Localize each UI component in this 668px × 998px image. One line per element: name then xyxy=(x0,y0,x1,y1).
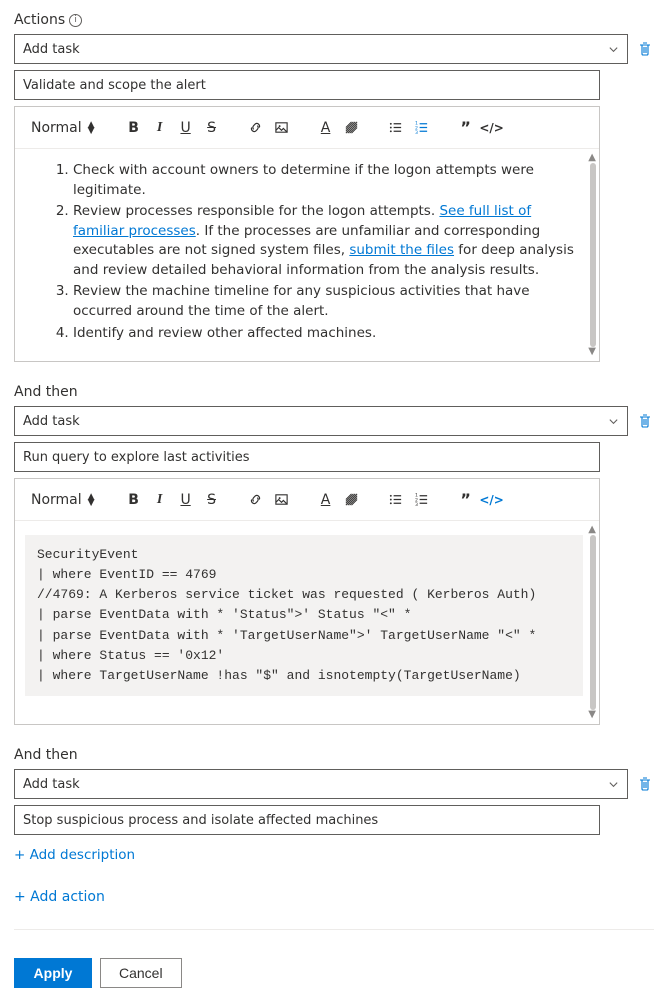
chevron-down-icon xyxy=(608,779,619,790)
strikethrough-button[interactable]: S xyxy=(201,117,223,139)
trash-icon xyxy=(637,41,653,57)
underline-button[interactable]: U xyxy=(175,117,197,139)
highlight-button[interactable] xyxy=(341,117,363,139)
link-icon xyxy=(248,492,263,507)
code-block: SecurityEvent | where EventID == 4769 //… xyxy=(25,535,583,696)
chevron-down-icon xyxy=(608,44,619,55)
dropdown-value: Add task xyxy=(23,414,80,429)
number-list-icon: 123 xyxy=(414,120,429,135)
number-list-icon: 123 xyxy=(414,492,429,507)
bullet-list-button[interactable] xyxy=(385,489,407,511)
heading-selector[interactable]: Normal ▲▼ xyxy=(25,492,101,508)
bullet-list-button[interactable] xyxy=(385,117,407,139)
list-item: Review the machine timeline for any susp… xyxy=(73,282,577,321)
link-icon xyxy=(248,120,263,135)
bold-button[interactable]: B xyxy=(123,117,145,139)
text-color-button[interactable]: A xyxy=(315,117,337,139)
text-color-button[interactable]: A xyxy=(315,489,337,511)
task-title-value: Run query to explore last activities xyxy=(23,450,250,465)
rich-text-editor: Normal ▲▼ B I U S A 123 ” </> ▲ ▼ xyxy=(14,106,600,362)
cancel-button[interactable]: Cancel xyxy=(100,958,182,988)
list-item: Identify and review other affected machi… xyxy=(73,324,577,344)
dropdown-value: Add task xyxy=(23,42,80,57)
caret-icon: ▲▼ xyxy=(88,122,95,134)
actions-label: Actions xyxy=(14,12,65,28)
task-title-input[interactable]: Stop suspicious process and isolate affe… xyxy=(14,805,600,835)
image-button[interactable] xyxy=(271,117,293,139)
and-then-label: And then xyxy=(14,384,654,400)
trash-icon xyxy=(637,413,653,429)
quote-button[interactable]: ” xyxy=(455,117,477,139)
scroll-thumb[interactable] xyxy=(590,163,596,347)
bullet-list-icon xyxy=(388,492,403,507)
heading-selector[interactable]: Normal ▲▼ xyxy=(25,120,101,136)
info-icon[interactable]: i xyxy=(69,14,82,27)
task-type-dropdown[interactable]: Add task xyxy=(14,406,628,436)
strikethrough-button[interactable]: S xyxy=(201,489,223,511)
highlight-icon xyxy=(344,492,359,507)
bullet-list-icon xyxy=(388,120,403,135)
caret-icon: ▲▼ xyxy=(88,494,95,506)
svg-text:3: 3 xyxy=(415,130,418,135)
task-type-dropdown[interactable]: Add task xyxy=(14,34,628,64)
highlight-icon xyxy=(344,120,359,135)
editor-content[interactable]: ▲ ▼ SecurityEvent | where EventID == 476… xyxy=(15,521,599,724)
quote-button[interactable]: ” xyxy=(455,489,477,511)
task-title-value: Stop suspicious process and isolate affe… xyxy=(23,813,378,828)
task-type-dropdown[interactable]: Add task xyxy=(14,769,628,799)
editor-toolbar: Normal ▲▼ B I U S A 123 ” </> xyxy=(15,107,599,149)
bold-button[interactable]: B xyxy=(123,489,145,511)
rich-text-editor: Normal ▲▼ B I U S A 123 ” </> ▲ ▼ xyxy=(14,478,600,725)
list-item: Review processes responsible for the log… xyxy=(73,202,577,280)
chevron-down-icon xyxy=(608,416,619,427)
footer: Apply Cancel xyxy=(14,958,654,988)
image-icon xyxy=(274,120,289,135)
task-title-input[interactable]: Validate and scope the alert xyxy=(14,70,600,100)
scroll-down-icon[interactable]: ▼ xyxy=(588,708,596,723)
delete-action-button[interactable] xyxy=(636,40,654,58)
add-action-link[interactable]: + Add action xyxy=(14,889,105,905)
add-description-link[interactable]: + Add description xyxy=(14,847,135,863)
scroll-thumb[interactable] xyxy=(590,535,596,710)
number-list-button[interactable]: 123 xyxy=(411,117,433,139)
editor-toolbar: Normal ▲▼ B I U S A 123 ” </> xyxy=(15,479,599,521)
image-button[interactable] xyxy=(271,489,293,511)
task-title-value: Validate and scope the alert xyxy=(23,78,206,93)
divider xyxy=(14,929,654,930)
image-icon xyxy=(274,492,289,507)
editor-content[interactable]: ▲ ▼ Check with account owners to determi… xyxy=(15,149,599,361)
code-button[interactable]: </> xyxy=(481,117,503,139)
actions-header: Actions i xyxy=(14,12,654,28)
apply-button[interactable]: Apply xyxy=(14,958,92,988)
trash-icon xyxy=(637,776,653,792)
underline-button[interactable]: U xyxy=(175,489,197,511)
code-button[interactable]: </> xyxy=(481,489,503,511)
delete-action-button[interactable] xyxy=(636,412,654,430)
highlight-button[interactable] xyxy=(341,489,363,511)
dropdown-value: Add task xyxy=(23,777,80,792)
svg-text:3: 3 xyxy=(415,502,418,507)
link-button[interactable] xyxy=(245,489,267,511)
scroll-down-icon[interactable]: ▼ xyxy=(588,345,596,360)
task-title-input[interactable]: Run query to explore last activities xyxy=(14,442,600,472)
delete-action-button[interactable] xyxy=(636,775,654,793)
and-then-label: And then xyxy=(14,747,654,763)
list-item: Check with account owners to determine i… xyxy=(73,161,577,200)
italic-button[interactable]: I xyxy=(149,117,171,139)
submit-files-link[interactable]: submit the files xyxy=(349,242,454,258)
number-list-button[interactable]: 123 xyxy=(411,489,433,511)
link-button[interactable] xyxy=(245,117,267,139)
italic-button[interactable]: I xyxy=(149,489,171,511)
